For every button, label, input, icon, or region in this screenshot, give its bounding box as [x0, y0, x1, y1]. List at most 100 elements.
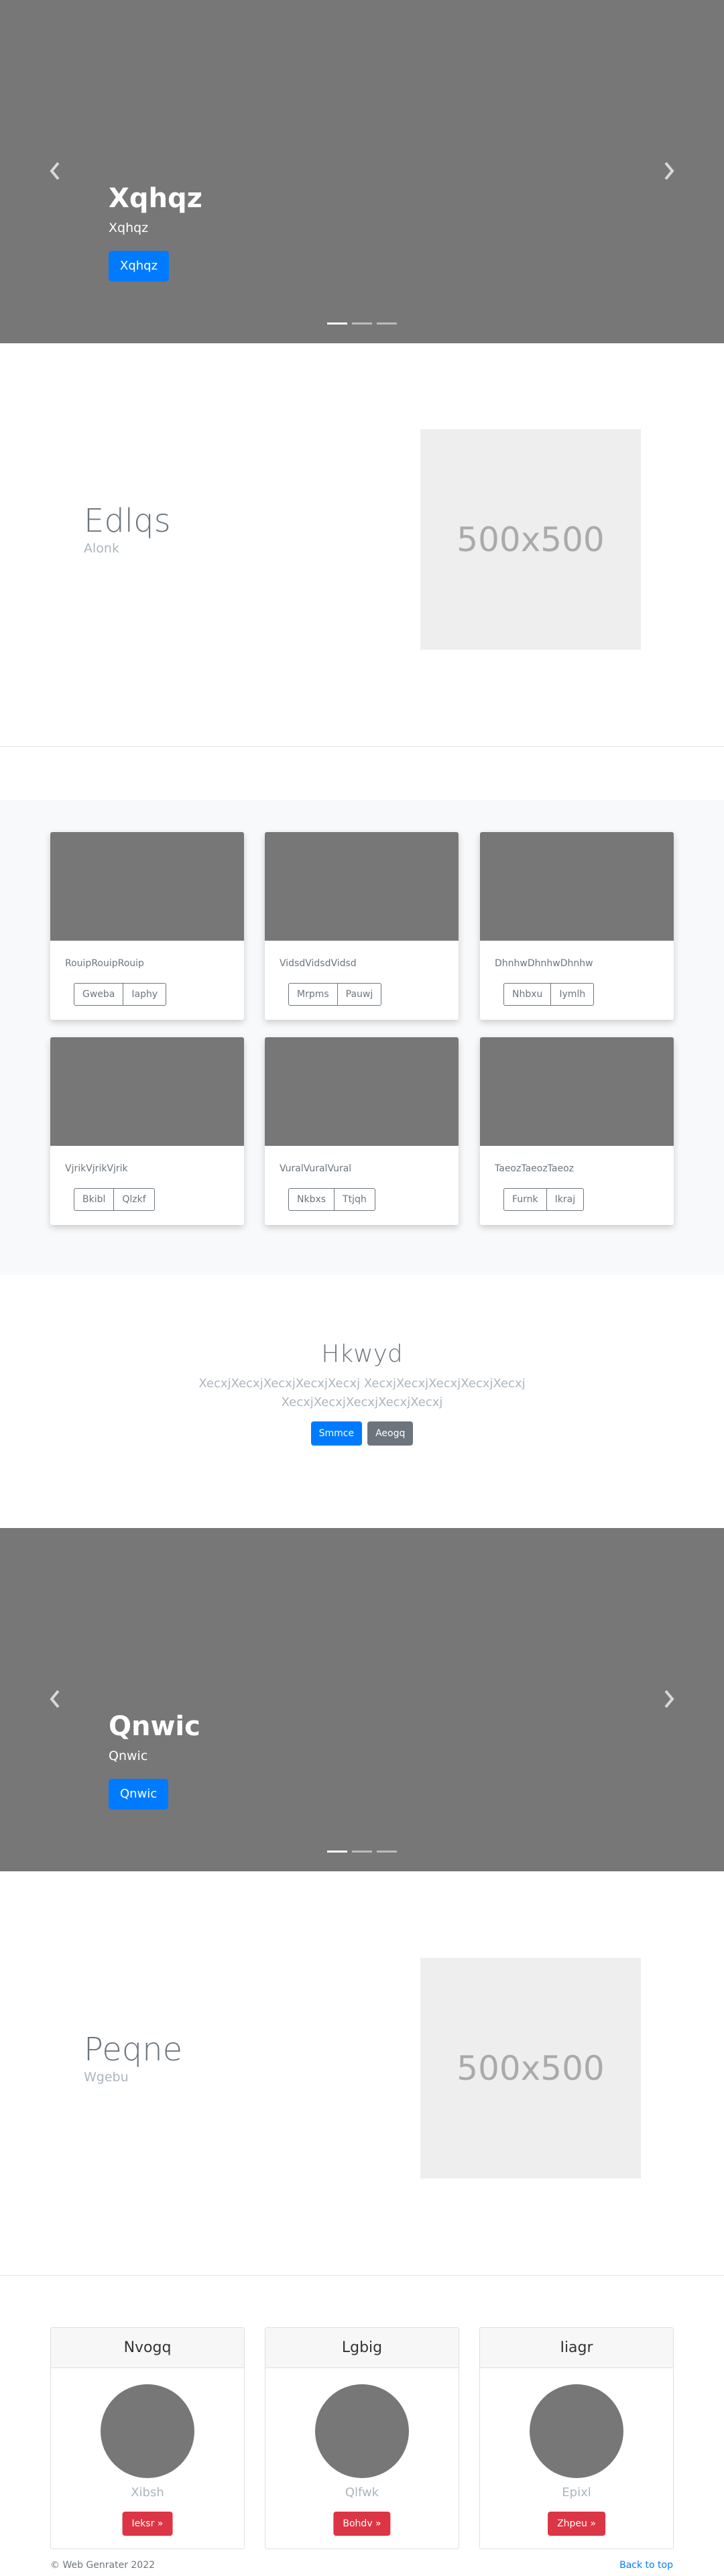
carousel-cta-button[interactable]: Xqhqz — [109, 251, 170, 282]
album-card: DhnhwDhnhwDhnhw Nhbxu Iymlh — [480, 832, 674, 1020]
card-button-view[interactable]: Nkbxs — [288, 1188, 335, 1211]
profile-avatar — [530, 2384, 623, 2478]
card-thumbnail — [480, 1037, 674, 1146]
featurette-image-placeholder: 500x500 — [420, 1958, 641, 2178]
profile-card: Iiagr Epixl Zhpeu » — [479, 2327, 674, 2549]
featurette-2: Peqne Wgebu 500x500 — [0, 1897, 724, 2233]
profile-card-header: Nvogq — [51, 2328, 244, 2368]
card-button-group: Bkibl Qlzkf — [74, 1188, 155, 1211]
jumbotron-text: XecxjXecxjXecxjXecxjXecxj XecxjXecxjXecx… — [198, 1377, 526, 1409]
profile-action-button[interactable]: Zhpeu » — [548, 2512, 605, 2536]
jumbotron-primary-button[interactable]: Smmce — [310, 1421, 363, 1446]
card-button-group: Mrpms Pauwj — [288, 983, 382, 1006]
card-title: VjrikVjrikVjrik — [65, 1163, 128, 1174]
carousel-prev-icon[interactable] — [48, 161, 62, 181]
carousel-cta-button[interactable]: Qnwic — [109, 1779, 169, 1810]
carousel-prev-icon[interactable] — [48, 1689, 62, 1709]
profile-action-button[interactable]: Ieksr » — [122, 2512, 173, 2536]
featurette-subheading: Wgebu — [84, 2070, 129, 2085]
card-thumbnail — [50, 832, 244, 941]
card-button-group: Nhbxu Iymlh — [503, 983, 595, 1006]
carousel-title: Xqhqz — [109, 183, 202, 214]
footer: © Web Genrater 2022 Back to top — [0, 2556, 724, 2576]
album-card: VuralVuralVural Nkbxs Ttjqh — [265, 1037, 459, 1225]
featurette-text: Peqne Wgebu — [84, 2031, 182, 2085]
featurette-1: Edlqs Alonk 500x500 — [0, 369, 724, 704]
hero-carousel-2: Qnwic Qnwic Qnwic — [0, 1528, 724, 1871]
album-card: RouipRouipRouip Gweba Iaphy — [50, 832, 244, 1020]
profile-card: Nvogq Xibsh Ieksr » — [50, 2327, 245, 2549]
card-thumbnail — [50, 1037, 244, 1146]
album-card: VjrikVjrikVjrik Bkibl Qlzkf — [50, 1037, 244, 1225]
carousel-indicator-1[interactable] — [327, 1851, 347, 1853]
card-button-edit[interactable]: Qlzkf — [114, 1188, 155, 1211]
profile-avatar — [315, 2384, 409, 2478]
jumbotron-buttons: Smmce Aeogq — [0, 1421, 724, 1446]
carousel-title: Qnwic — [109, 1711, 200, 1742]
placeholder-label: 500x500 — [457, 520, 605, 559]
card-thumbnail — [480, 832, 674, 941]
jumbotron-heading: Hkwyd — [321, 1340, 403, 1368]
profile-action-button[interactable]: Bohdv » — [333, 2512, 391, 2536]
card-button-view[interactable]: Mrpms — [288, 983, 338, 1006]
profile-name: Xibsh — [131, 2485, 164, 2500]
divider — [0, 2275, 724, 2276]
carousel-subtitle: Xqhqz — [109, 221, 149, 235]
card-button-group: Nkbxs Ttjqh — [288, 1188, 375, 1211]
featurette-image-placeholder: 500x500 — [420, 429, 641, 650]
card-button-view[interactable]: Gweba — [74, 983, 124, 1006]
card-button-edit[interactable]: Pauwj — [337, 983, 382, 1006]
profile-card-title: Iiagr — [560, 2339, 593, 2356]
card-title: DhnhwDhnhwDhnhw — [495, 958, 593, 969]
card-button-edit[interactable]: Ttjqh — [335, 1188, 375, 1211]
card-button-view[interactable]: Bkibl — [74, 1188, 115, 1211]
profile-name: Epixl — [562, 2485, 591, 2500]
carousel-indicator-3[interactable] — [377, 1851, 397, 1853]
carousel-indicator-2[interactable] — [352, 323, 372, 325]
card-button-view[interactable]: Furnk — [503, 1188, 547, 1211]
card-button-group: Furnk Ikraj — [503, 1188, 585, 1211]
carousel-next-icon[interactable] — [662, 1689, 676, 1709]
footer-copyright: © Web Genrater 2022 — [50, 2560, 156, 2571]
hero-carousel-1: Xqhqz Xqhqz Xqhqz — [0, 0, 724, 343]
featurette-subheading: Alonk — [84, 541, 119, 556]
carousel-subtitle: Qnwic — [109, 1749, 148, 1763]
card-title: VidsdVidsdVidsd — [280, 958, 357, 969]
divider — [0, 746, 724, 747]
jumbotron: Hkwyd XecxjXecxjXecxjXecxjXecxj XecxjXec… — [0, 1340, 724, 1446]
placeholder-label: 500x500 — [457, 2048, 605, 2088]
card-button-edit[interactable]: Ikraj — [546, 1188, 585, 1211]
profile-card-header: Lgbig — [265, 2328, 459, 2368]
featurette-text: Edlqs Alonk — [84, 502, 171, 556]
card-button-group: Gweba Iaphy — [74, 983, 167, 1006]
card-title: VuralVuralVural — [280, 1163, 352, 1174]
card-title: RouipRouipRouip — [65, 958, 144, 969]
carousel-indicator-3[interactable] — [377, 323, 397, 325]
profile-avatar — [101, 2384, 194, 2478]
back-to-top-link[interactable]: Back to top — [619, 2560, 673, 2571]
album-card: VidsdVidsdVidsd Mrpms Pauwj — [265, 832, 459, 1020]
jumbotron-secondary-button[interactable]: Aeogq — [367, 1421, 414, 1446]
carousel-indicators — [327, 1851, 397, 1853]
album-card: TaeozTaeozTaeoz Furnk Ikraj — [480, 1037, 674, 1225]
card-button-edit[interactable]: Iaphy — [123, 983, 167, 1006]
carousel-indicators — [327, 323, 397, 325]
card-button-view[interactable]: Nhbxu — [503, 983, 552, 1006]
card-button-edit[interactable]: Iymlh — [551, 983, 595, 1006]
carousel-indicator-2[interactable] — [352, 1851, 372, 1853]
carousel-indicator-1[interactable] — [327, 323, 347, 325]
profile-card-title: Lgbig — [341, 2339, 383, 2356]
album-section: RouipRouipRouip Gweba Iaphy VidsdVidsdVi… — [0, 800, 724, 1275]
card-thumbnail — [265, 1037, 459, 1146]
featurette-heading: Peqne — [84, 2031, 183, 2068]
profile-card: Lgbig Qlfwk Bohdv » — [265, 2327, 459, 2549]
carousel-next-icon[interactable] — [662, 161, 676, 181]
profile-name: Qlfwk — [345, 2485, 379, 2500]
carousel-caption: Qnwic Qnwic Qnwic — [109, 1710, 200, 1810]
featurette-heading: Edlqs — [84, 502, 171, 540]
card-title: TaeozTaeozTaeoz — [495, 1163, 575, 1174]
carousel-caption: Xqhqz Xqhqz Xqhqz — [109, 182, 202, 282]
profile-card-title: Nvogq — [123, 2339, 172, 2356]
card-thumbnail — [265, 832, 459, 941]
profile-card-header: Iiagr — [480, 2328, 673, 2368]
